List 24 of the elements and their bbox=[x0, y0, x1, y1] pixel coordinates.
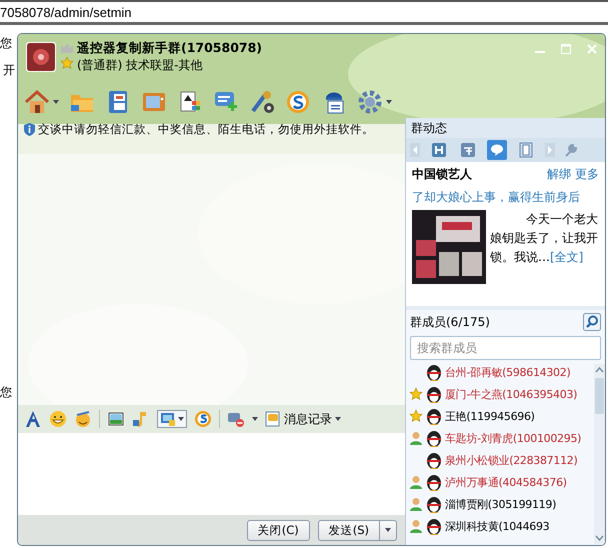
send-button[interactable]: 发送(S) bbox=[318, 520, 380, 540]
avatar-icon[interactable] bbox=[425, 451, 443, 469]
address-bar[interactable]: 7058078/admin/setmin bbox=[0, 0, 608, 25]
member-name[interactable]: 淄博贾刚(305199119) bbox=[445, 496, 556, 512]
person-icon bbox=[409, 497, 423, 511]
close-button[interactable]: 关闭(C) bbox=[246, 520, 310, 540]
caret-icon[interactable] bbox=[385, 528, 391, 532]
page-text: 您 bbox=[0, 384, 12, 401]
page-text: 您 bbox=[0, 35, 12, 52]
page-text: 开 bbox=[3, 62, 15, 79]
send-options-button[interactable] bbox=[380, 520, 397, 540]
person-icon bbox=[409, 519, 423, 533]
member-name[interactable]: 泉州小松锁业(228387112) bbox=[445, 452, 578, 468]
member-name[interactable]: 深圳科技黄(1044693 bbox=[445, 518, 550, 534]
person-icon bbox=[409, 475, 423, 489]
person-icon bbox=[409, 431, 423, 445]
avatar-icon[interactable] bbox=[425, 517, 443, 535]
member-name[interactable]: 车匙坊-刘青虎(100100295) bbox=[445, 430, 582, 446]
avatar-icon[interactable] bbox=[425, 429, 443, 447]
avatar-icon[interactable] bbox=[425, 473, 443, 491]
message-input[interactable] bbox=[18, 433, 405, 515]
url-text: 7058078/admin/setmin bbox=[0, 4, 132, 20]
avatar-icon[interactable] bbox=[425, 495, 443, 513]
member-name[interactable]: 泸州万事通(404584376) bbox=[445, 474, 567, 490]
